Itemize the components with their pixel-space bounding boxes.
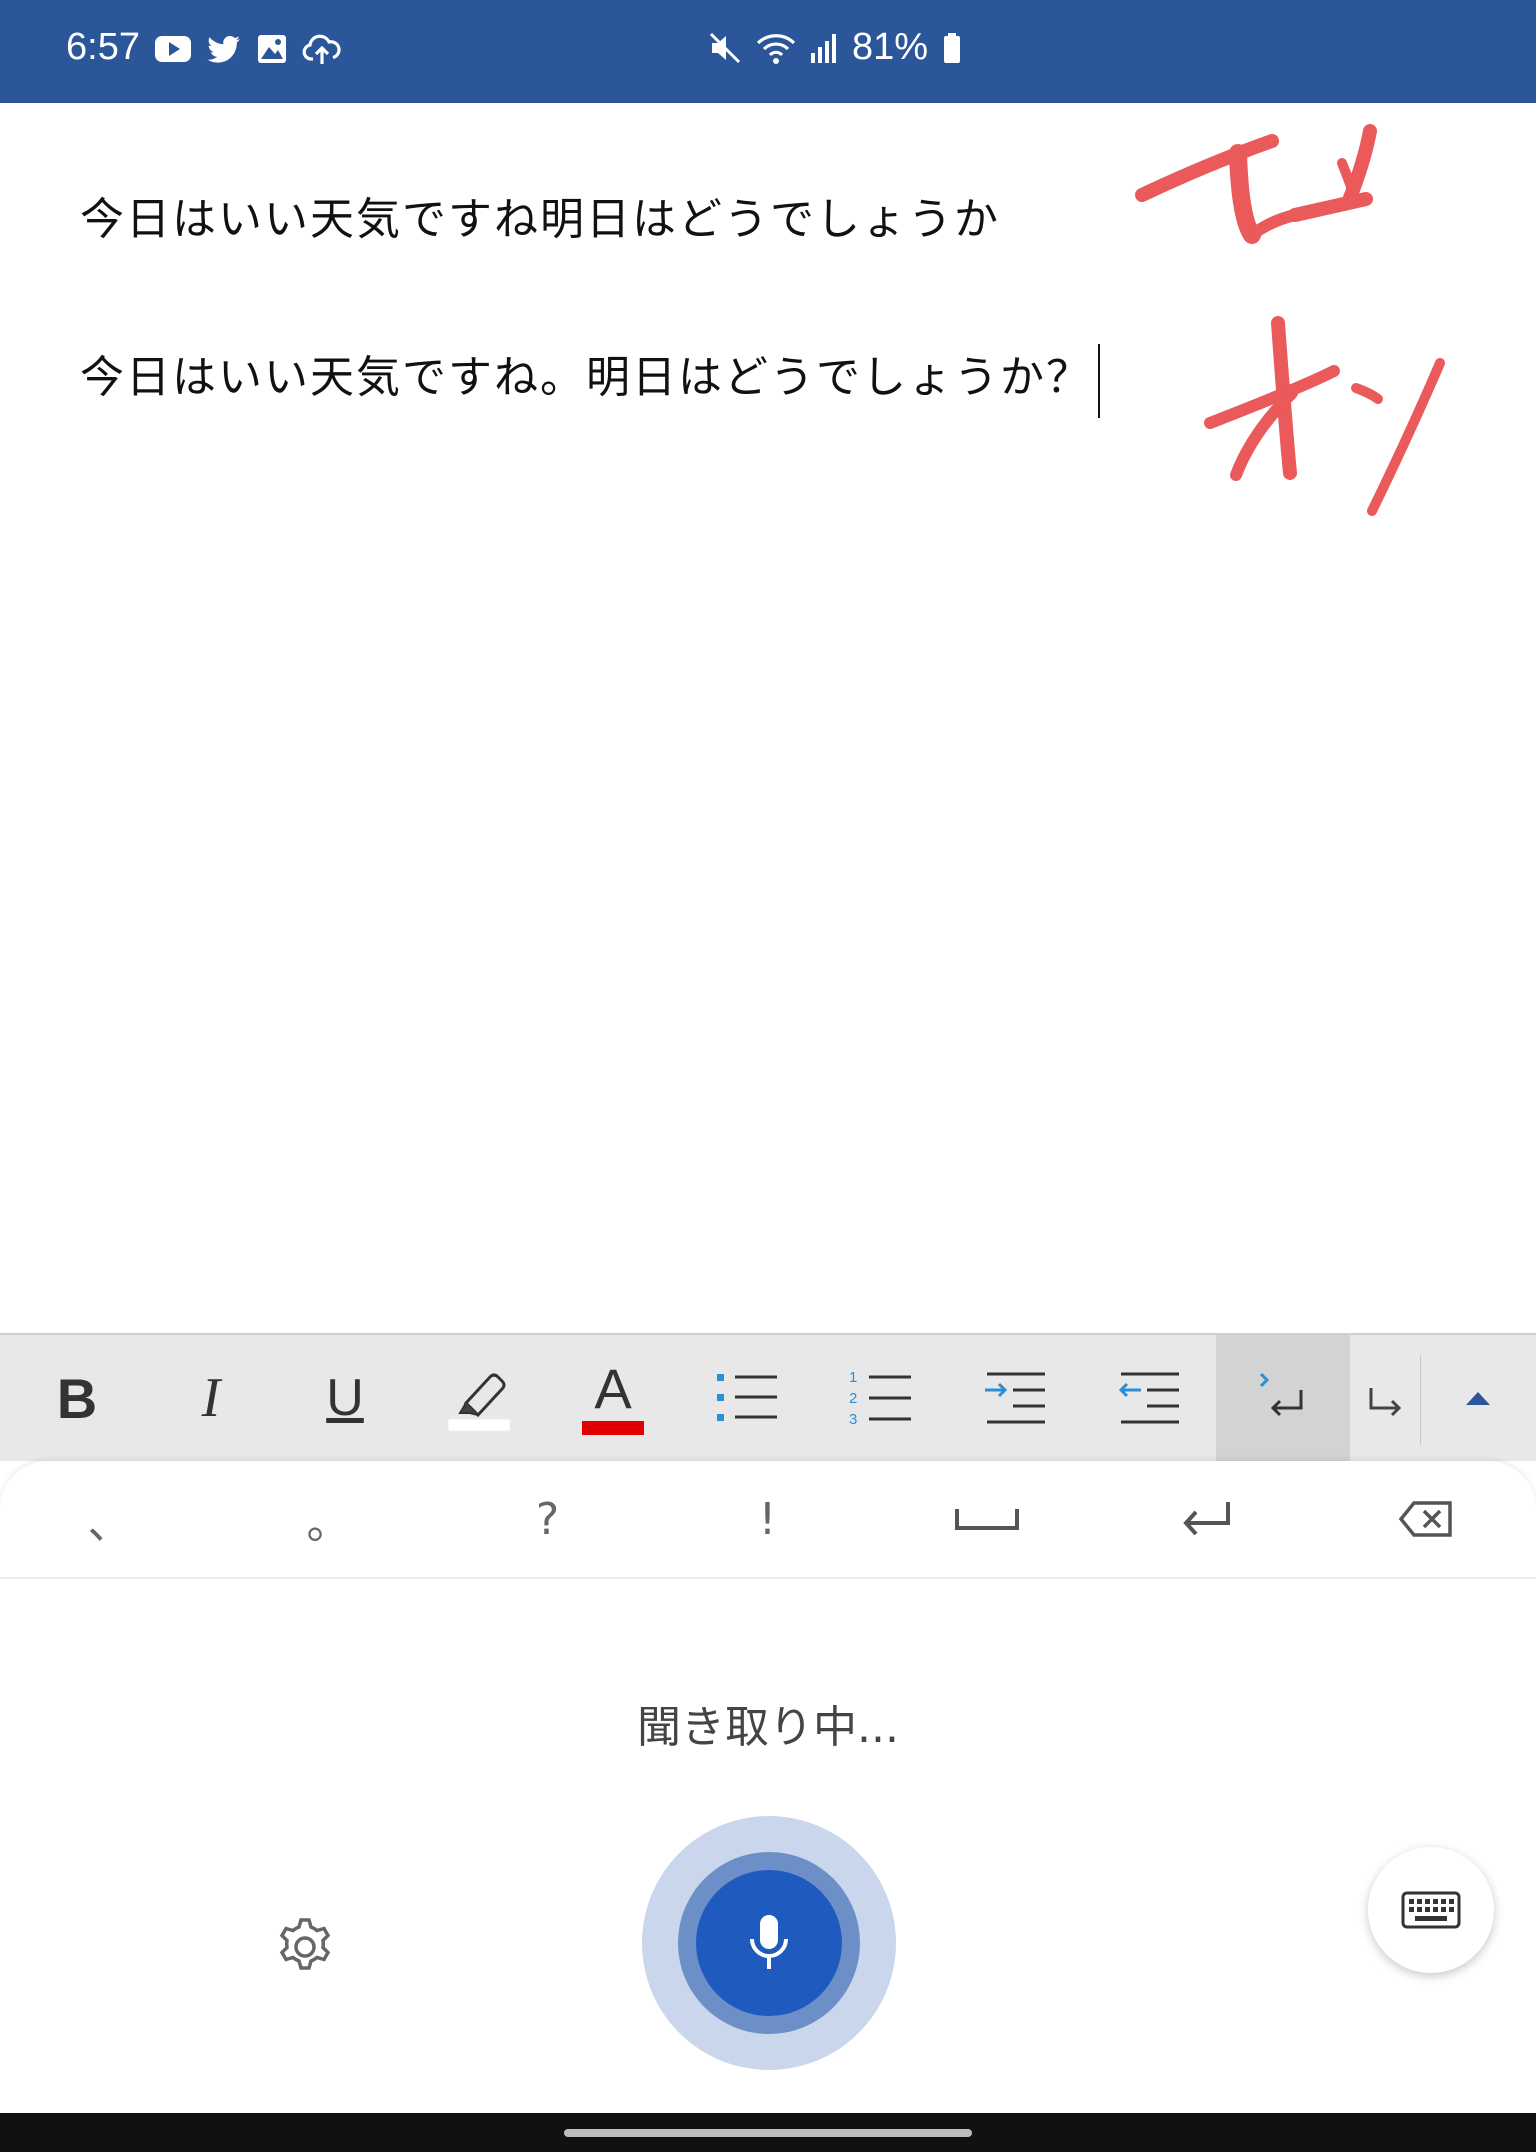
line-break-button[interactable] — [1350, 1335, 1420, 1461]
bold-button[interactable]: B — [10, 1335, 144, 1461]
mute-icon — [708, 31, 742, 65]
keyboard-icon — [1401, 1891, 1461, 1929]
listening-status: 聞き取り中... — [637, 1702, 899, 1753]
highlight-button[interactable] — [412, 1335, 546, 1461]
battery-icon — [942, 31, 962, 65]
voice-keyboard: 、 。 ? ! 聞き取り中... — [0, 1461, 1536, 2113]
home-gesture-handle[interactable] — [564, 2129, 972, 2137]
font-color-button[interactable]: A — [546, 1335, 680, 1461]
numbered-list-button[interactable]: 1 2 3 — [814, 1335, 948, 1461]
svg-text:2: 2 — [849, 1390, 857, 1407]
bullet-list-icon — [717, 1374, 777, 1421]
caret-up-icon — [1466, 1392, 1490, 1405]
enter-key[interactable] — [1096, 1461, 1315, 1577]
numbered-list-icon: 1 2 3 — [849, 1369, 911, 1428]
bold-label: B — [56, 1366, 98, 1430]
system-status: 81% — [708, 26, 962, 69]
font-color-swatch — [582, 1421, 644, 1435]
status-bar: 6:57 81% — [0, 0, 1536, 103]
exclamation-key[interactable]: ! — [658, 1461, 877, 1577]
voice-settings-button[interactable] — [274, 1916, 336, 1978]
microphone-button[interactable] — [642, 1816, 896, 2070]
twitter-icon — [206, 32, 242, 66]
question-key[interactable]: ? — [438, 1461, 657, 1577]
comma-key-label: 、 — [87, 1498, 132, 1549]
gallery-icon — [256, 32, 288, 66]
italic-label: I — [201, 1367, 221, 1429]
cloud-upload-icon — [302, 32, 342, 66]
switch-to-keyboard-button[interactable] — [1368, 1847, 1494, 1973]
paragraph-break-icon — [1259, 1372, 1303, 1417]
document-line-1[interactable]: 今日はいい天気ですね明日はどうでしょうか — [80, 183, 1000, 247]
increase-indent-icon — [985, 1372, 1045, 1424]
handwritten-mark-2 — [1204, 316, 1445, 516]
enter-icon — [1182, 1502, 1230, 1536]
handwritten-mark-1 — [1135, 124, 1377, 244]
decrease-indent-icon — [1118, 1372, 1179, 1424]
space-key[interactable] — [877, 1461, 1096, 1577]
ink-annotations — [1135, 124, 1445, 516]
battery-percent: 81% — [852, 26, 929, 68]
decrease-indent-button[interactable] — [1082, 1335, 1216, 1461]
bullet-list-button[interactable] — [680, 1335, 814, 1461]
youtube-icon — [154, 32, 192, 66]
backspace-key[interactable] — [1316, 1461, 1535, 1577]
punctuation-row: 、 。 ? ! — [0, 1461, 1536, 1579]
line-break-icon — [1369, 1388, 1402, 1417]
comma-key[interactable]: 、 — [0, 1461, 219, 1577]
status-time: 6:57 — [66, 26, 140, 68]
underline-label: U — [326, 1369, 364, 1427]
paragraph-break-button[interactable] — [1216, 1335, 1350, 1461]
microphone-icon — [750, 1915, 788, 1969]
space-icon — [954, 1509, 1019, 1530]
navigation-bar — [0, 2113, 1536, 2152]
notification-icons — [154, 32, 342, 66]
gear-icon — [279, 1918, 331, 1970]
italic-button[interactable]: I — [144, 1335, 278, 1461]
formatting-toolbar: B I U A 1 2 3 — [0, 1333, 1536, 1461]
text-cursor — [1098, 343, 1100, 418]
period-key[interactable]: 。 — [219, 1461, 438, 1577]
signal-icon — [810, 31, 838, 65]
svg-text:3: 3 — [849, 1411, 857, 1428]
highlighter-icon — [447, 1373, 511, 1432]
increase-indent-button[interactable] — [948, 1335, 1082, 1461]
document-line-2-text: 今日はいい天気ですね。明日はどうでしょうか？ — [80, 352, 1092, 403]
document-line-2[interactable]: 今日はいい天気ですね。明日はどうでしょうか？ — [80, 341, 1100, 418]
wifi-icon — [756, 31, 796, 65]
backspace-icon — [1398, 1501, 1452, 1537]
underline-button[interactable]: U — [278, 1335, 412, 1461]
exclamation-key-label: ! — [758, 1493, 777, 1545]
svg-text:1: 1 — [849, 1369, 857, 1386]
expand-toolbar-button[interactable] — [1420, 1335, 1536, 1461]
period-key-label: 。 — [306, 1498, 351, 1549]
font-color-label: A — [594, 1357, 632, 1420]
mic-pulse-ring — [678, 1852, 860, 2034]
mic-core — [696, 1870, 842, 2016]
question-key-label: ? — [535, 1493, 560, 1545]
